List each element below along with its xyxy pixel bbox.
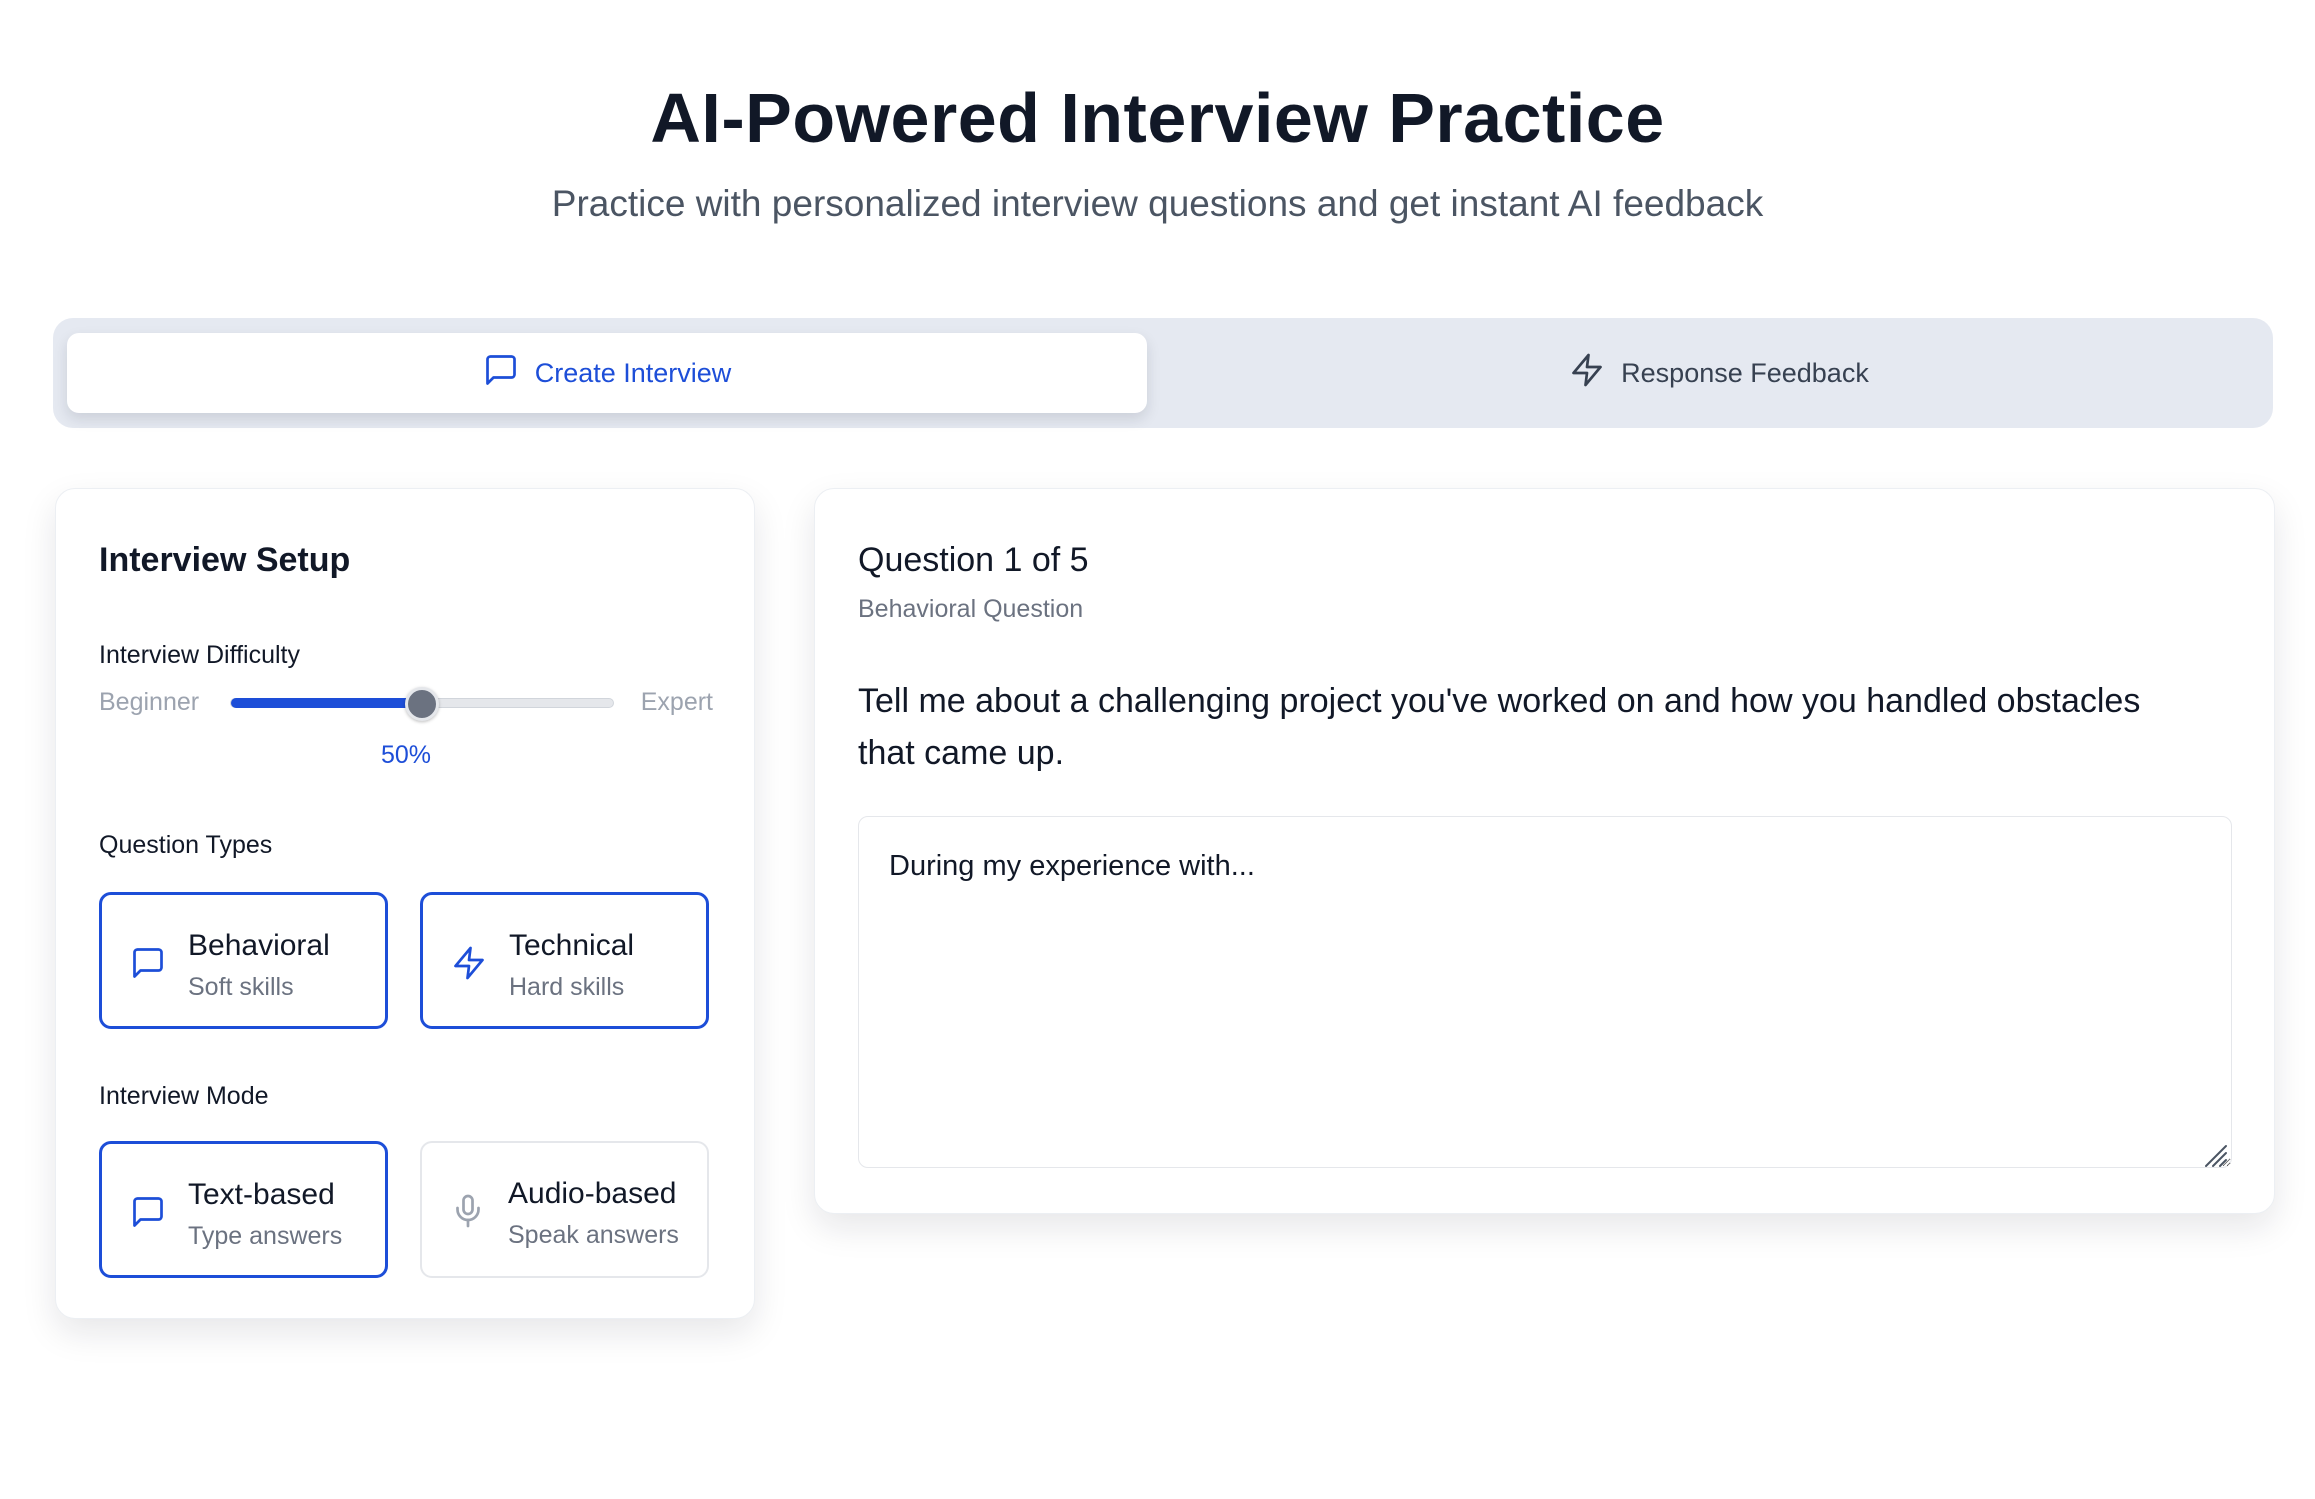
tab-bar: Create Interview Response Feedback — [53, 318, 2273, 428]
option-subtitle: Hard skills — [509, 973, 625, 1001]
option-subtitle: Type answers — [188, 1222, 343, 1250]
option-technical[interactable]: Technical Hard skills — [420, 892, 709, 1029]
option-title: Audio-based — [508, 1177, 677, 1210]
resize-grip-icon[interactable] — [2200, 1140, 2228, 1168]
page-title: AI-Powered Interview Practice — [650, 79, 1665, 157]
page-subtitle: Practice with personalized interview que… — [551, 183, 1764, 224]
question-types-label: Question Types — [99, 831, 273, 859]
tab-label: Create Interview — [534, 357, 732, 388]
interview-mode-label: Interview Mode — [99, 1082, 269, 1110]
option-title: Behavioral — [188, 929, 330, 962]
slider-fill — [231, 698, 422, 708]
question-counter: Question 1 of 5 — [858, 541, 1089, 579]
difficulty-slider[interactable] — [230, 687, 614, 721]
message-square-icon — [483, 352, 519, 395]
message-square-icon — [130, 945, 166, 981]
message-square-icon — [130, 1194, 166, 1230]
option-subtitle: Soft skills — [188, 973, 294, 1001]
answer-textarea[interactable]: During my experience with... — [858, 816, 2232, 1168]
slider-min-label: Beginner — [99, 688, 200, 716]
option-audio-based[interactable]: Audio-based Speak answers — [420, 1141, 709, 1278]
slider-max-label: Expert — [640, 688, 713, 716]
difficulty-label: Interview Difficulty — [99, 641, 300, 669]
option-behavioral[interactable]: Behavioral Soft skills — [99, 892, 388, 1029]
question-card: Question 1 of 5 Behavioral Question Tell… — [814, 488, 2275, 1214]
difficulty-value: 50% — [380, 741, 432, 769]
question-type: Behavioral Question — [858, 595, 1084, 623]
option-title: Text-based — [188, 1178, 335, 1211]
microphone-icon — [450, 1193, 486, 1229]
difficulty-slider-row: Beginner Expert — [99, 684, 713, 724]
tab-create-interview[interactable]: Create Interview — [67, 333, 1147, 413]
option-subtitle: Speak answers — [508, 1221, 679, 1249]
tab-label: Response Feedback — [1621, 357, 1869, 388]
option-text-based[interactable]: Text-based Type answers — [99, 1141, 388, 1278]
question-text: Tell me about a challenging project you'… — [858, 682, 2141, 772]
interview-setup-card: Interview Setup Interview Difficulty Beg… — [55, 488, 755, 1319]
setup-title: Interview Setup — [99, 541, 351, 579]
tab-response-feedback[interactable]: Response Feedback — [1179, 333, 2259, 413]
page: AI-Powered Interview Practice Practice w… — [0, 0, 2315, 1499]
option-title: Technical — [509, 929, 635, 962]
slider-thumb[interactable] — [405, 687, 439, 721]
lightning-icon — [1569, 352, 1605, 395]
lightning-icon — [451, 945, 487, 981]
